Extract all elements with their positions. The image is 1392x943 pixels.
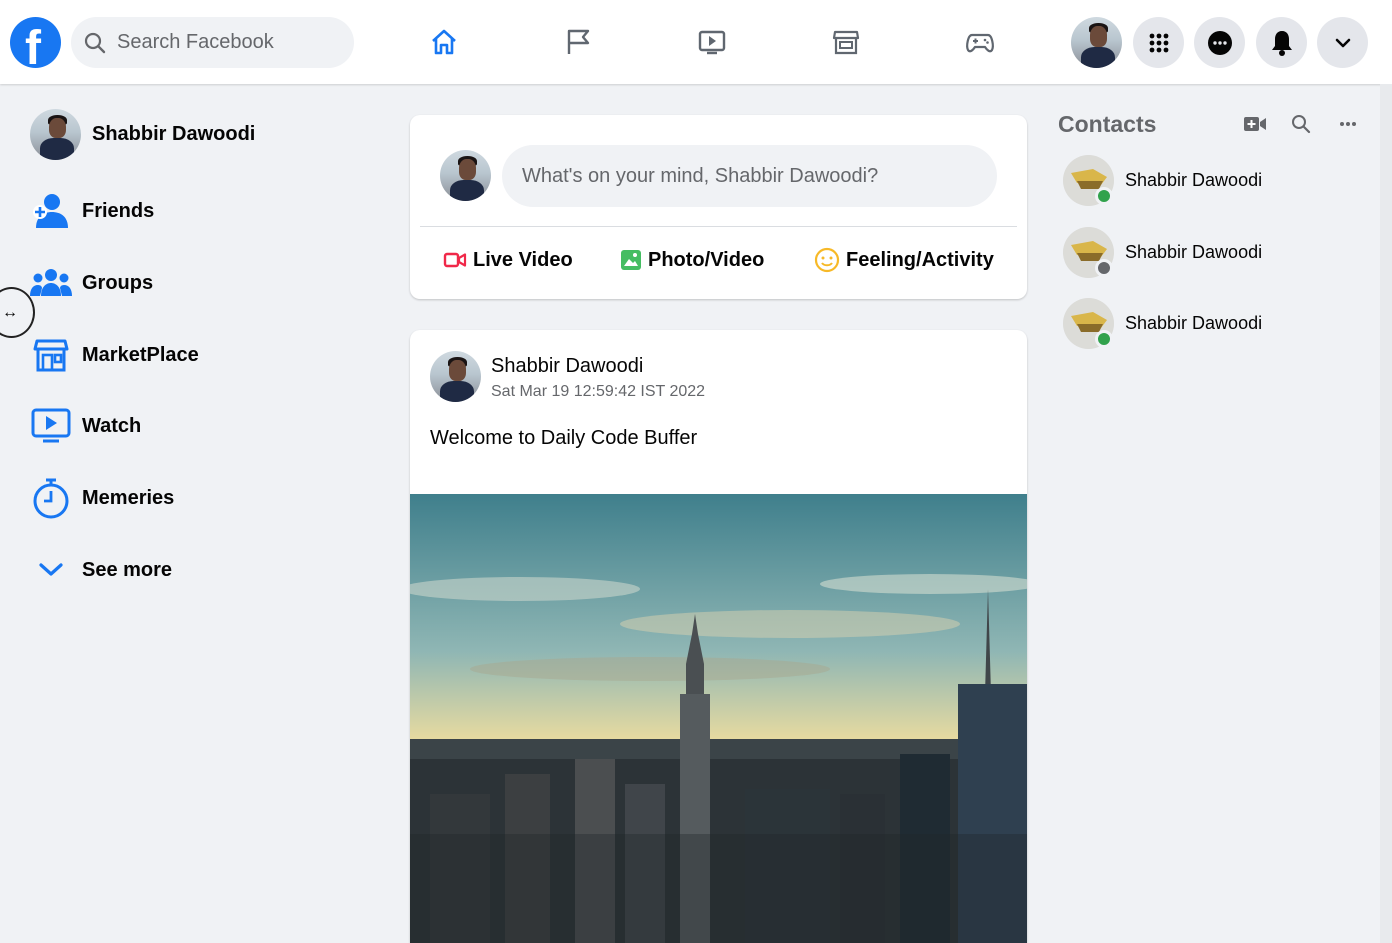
grid-menu-icon [1149,33,1168,52]
contact-item[interactable]: Shabbir Dawoodi [1063,154,1262,206]
contact-avatar [1063,154,1114,206]
messenger-icon [1207,30,1232,55]
nav-marketplace[interactable] [826,22,866,62]
messenger-button[interactable] [1194,17,1245,68]
marketplace-icon [832,30,860,55]
nav-gaming[interactable] [960,22,1000,62]
contact-avatar [1063,226,1114,278]
avatar-body [1081,46,1115,68]
sidebar-item-groups[interactable]: Groups [30,257,153,309]
sidebar-item-label: MarketPlace [82,343,199,366]
menu-button[interactable] [1133,17,1184,68]
contact-name: Shabbir Dawoodi [1125,312,1263,333]
photo-video-button[interactable]: Photo/Video [620,243,764,277]
flag-icon [567,29,590,54]
search-contacts-button[interactable] [1289,112,1313,136]
sidebar-item-watch[interactable]: Watch [30,400,141,452]
search-bar[interactable] [71,17,354,68]
new-room-button[interactable] [1243,112,1267,136]
feeling-activity-button[interactable]: Feeling/Activity [814,243,994,277]
header-profile-avatar[interactable] [1071,17,1122,68]
groups-icon [30,262,72,304]
avatar-body [450,179,484,201]
sidebar-item-memories[interactable]: Memeries [30,472,174,524]
sidebar-profile-avatar [30,108,81,160]
composer-avatar [440,150,491,201]
nav-home[interactable] [424,22,464,62]
marketplace-icon [30,334,72,376]
watch-icon [698,30,726,55]
sidebar-item-label: Friends [82,199,155,222]
contacts-options-button[interactable] [1336,112,1360,136]
offline-status-dot [1095,258,1113,277]
avatar-head [49,117,66,139]
account-menu-button[interactable] [1317,17,1368,68]
notifications-button[interactable] [1256,17,1307,68]
contacts-title: Contacts [1058,111,1157,137]
post-image [410,494,1027,943]
avatar-body [40,138,74,160]
contact-avatar [1063,297,1114,349]
post-timestamp: Sat Mar 19 12:59:42 IST 2022 [491,383,706,400]
avatar-head [459,159,476,180]
avatar-body [440,380,474,402]
watch-icon [30,405,72,447]
avatar-head [449,360,466,381]
photo-video-label: Photo/Video [648,248,765,271]
photo-icon [620,249,642,271]
feeling-activity-label: Feeling/Activity [846,248,994,271]
sidebar-item-friends[interactable]: Friends [30,185,154,237]
online-status-dot [1095,186,1113,205]
search-icon [84,32,106,53]
smiley-icon [814,247,840,273]
sidebar-item-label: See more [82,558,173,581]
top-navbar: f [0,0,1392,84]
sidebar-item-marketplace[interactable]: MarketPlace [30,329,199,381]
bell-icon [1271,30,1292,56]
sidebar-item-label: Groups [82,271,154,294]
feed-post: Shabbir Dawoodi Sat Mar 19 12:59:42 IST … [410,330,1027,943]
chevron-down-icon [1335,38,1350,47]
chevron-down-icon [30,549,72,591]
live-video-label: Live Video [473,248,573,271]
post-author-avatar[interactable] [430,351,481,402]
friends-icon [30,190,72,232]
post-text: Welcome to Daily Code Buffer [430,427,698,449]
scrollbar[interactable] [1380,84,1392,943]
search-icon [1292,115,1311,134]
video-camera-icon [443,251,467,269]
contact-item[interactable]: Shabbir Dawoodi [1063,297,1262,349]
facebook-logo[interactable]: f [10,17,61,68]
contact-item[interactable]: Shabbir Dawoodi [1063,226,1262,278]
sidebar-profile[interactable]: Shabbir Dawoodi [30,108,255,160]
logo-letter: f [25,22,41,69]
sidebar-item-label: Watch [82,414,142,437]
nav-watch[interactable] [692,22,732,62]
live-video-button[interactable]: Live Video [443,243,573,277]
avatar-head [1090,26,1107,47]
post-composer: What's on your mind, Shabbir Dawoodi? Li… [410,115,1027,299]
memories-icon [30,477,72,519]
online-status-dot [1095,329,1113,348]
nav-pages[interactable] [558,22,598,62]
contact-name: Shabbir Dawoodi [1125,169,1263,190]
contact-name: Shabbir Dawoodi [1125,241,1263,262]
sidebar-item-see-more[interactable]: See more [30,544,172,596]
gaming-icon [966,33,994,53]
status-input[interactable]: What's on your mind, Shabbir Dawoodi? [502,145,997,207]
sidebar-profile-name: Shabbir Dawoodi [92,122,256,145]
post-author-name[interactable]: Shabbir Dawoodi [491,355,643,378]
more-options-icon [1340,122,1356,126]
home-icon [432,29,456,55]
video-camera-plus-icon [1244,117,1266,131]
search-input[interactable] [117,31,337,54]
composer-divider [420,226,1017,227]
sidebar-item-label: Memeries [82,486,175,509]
